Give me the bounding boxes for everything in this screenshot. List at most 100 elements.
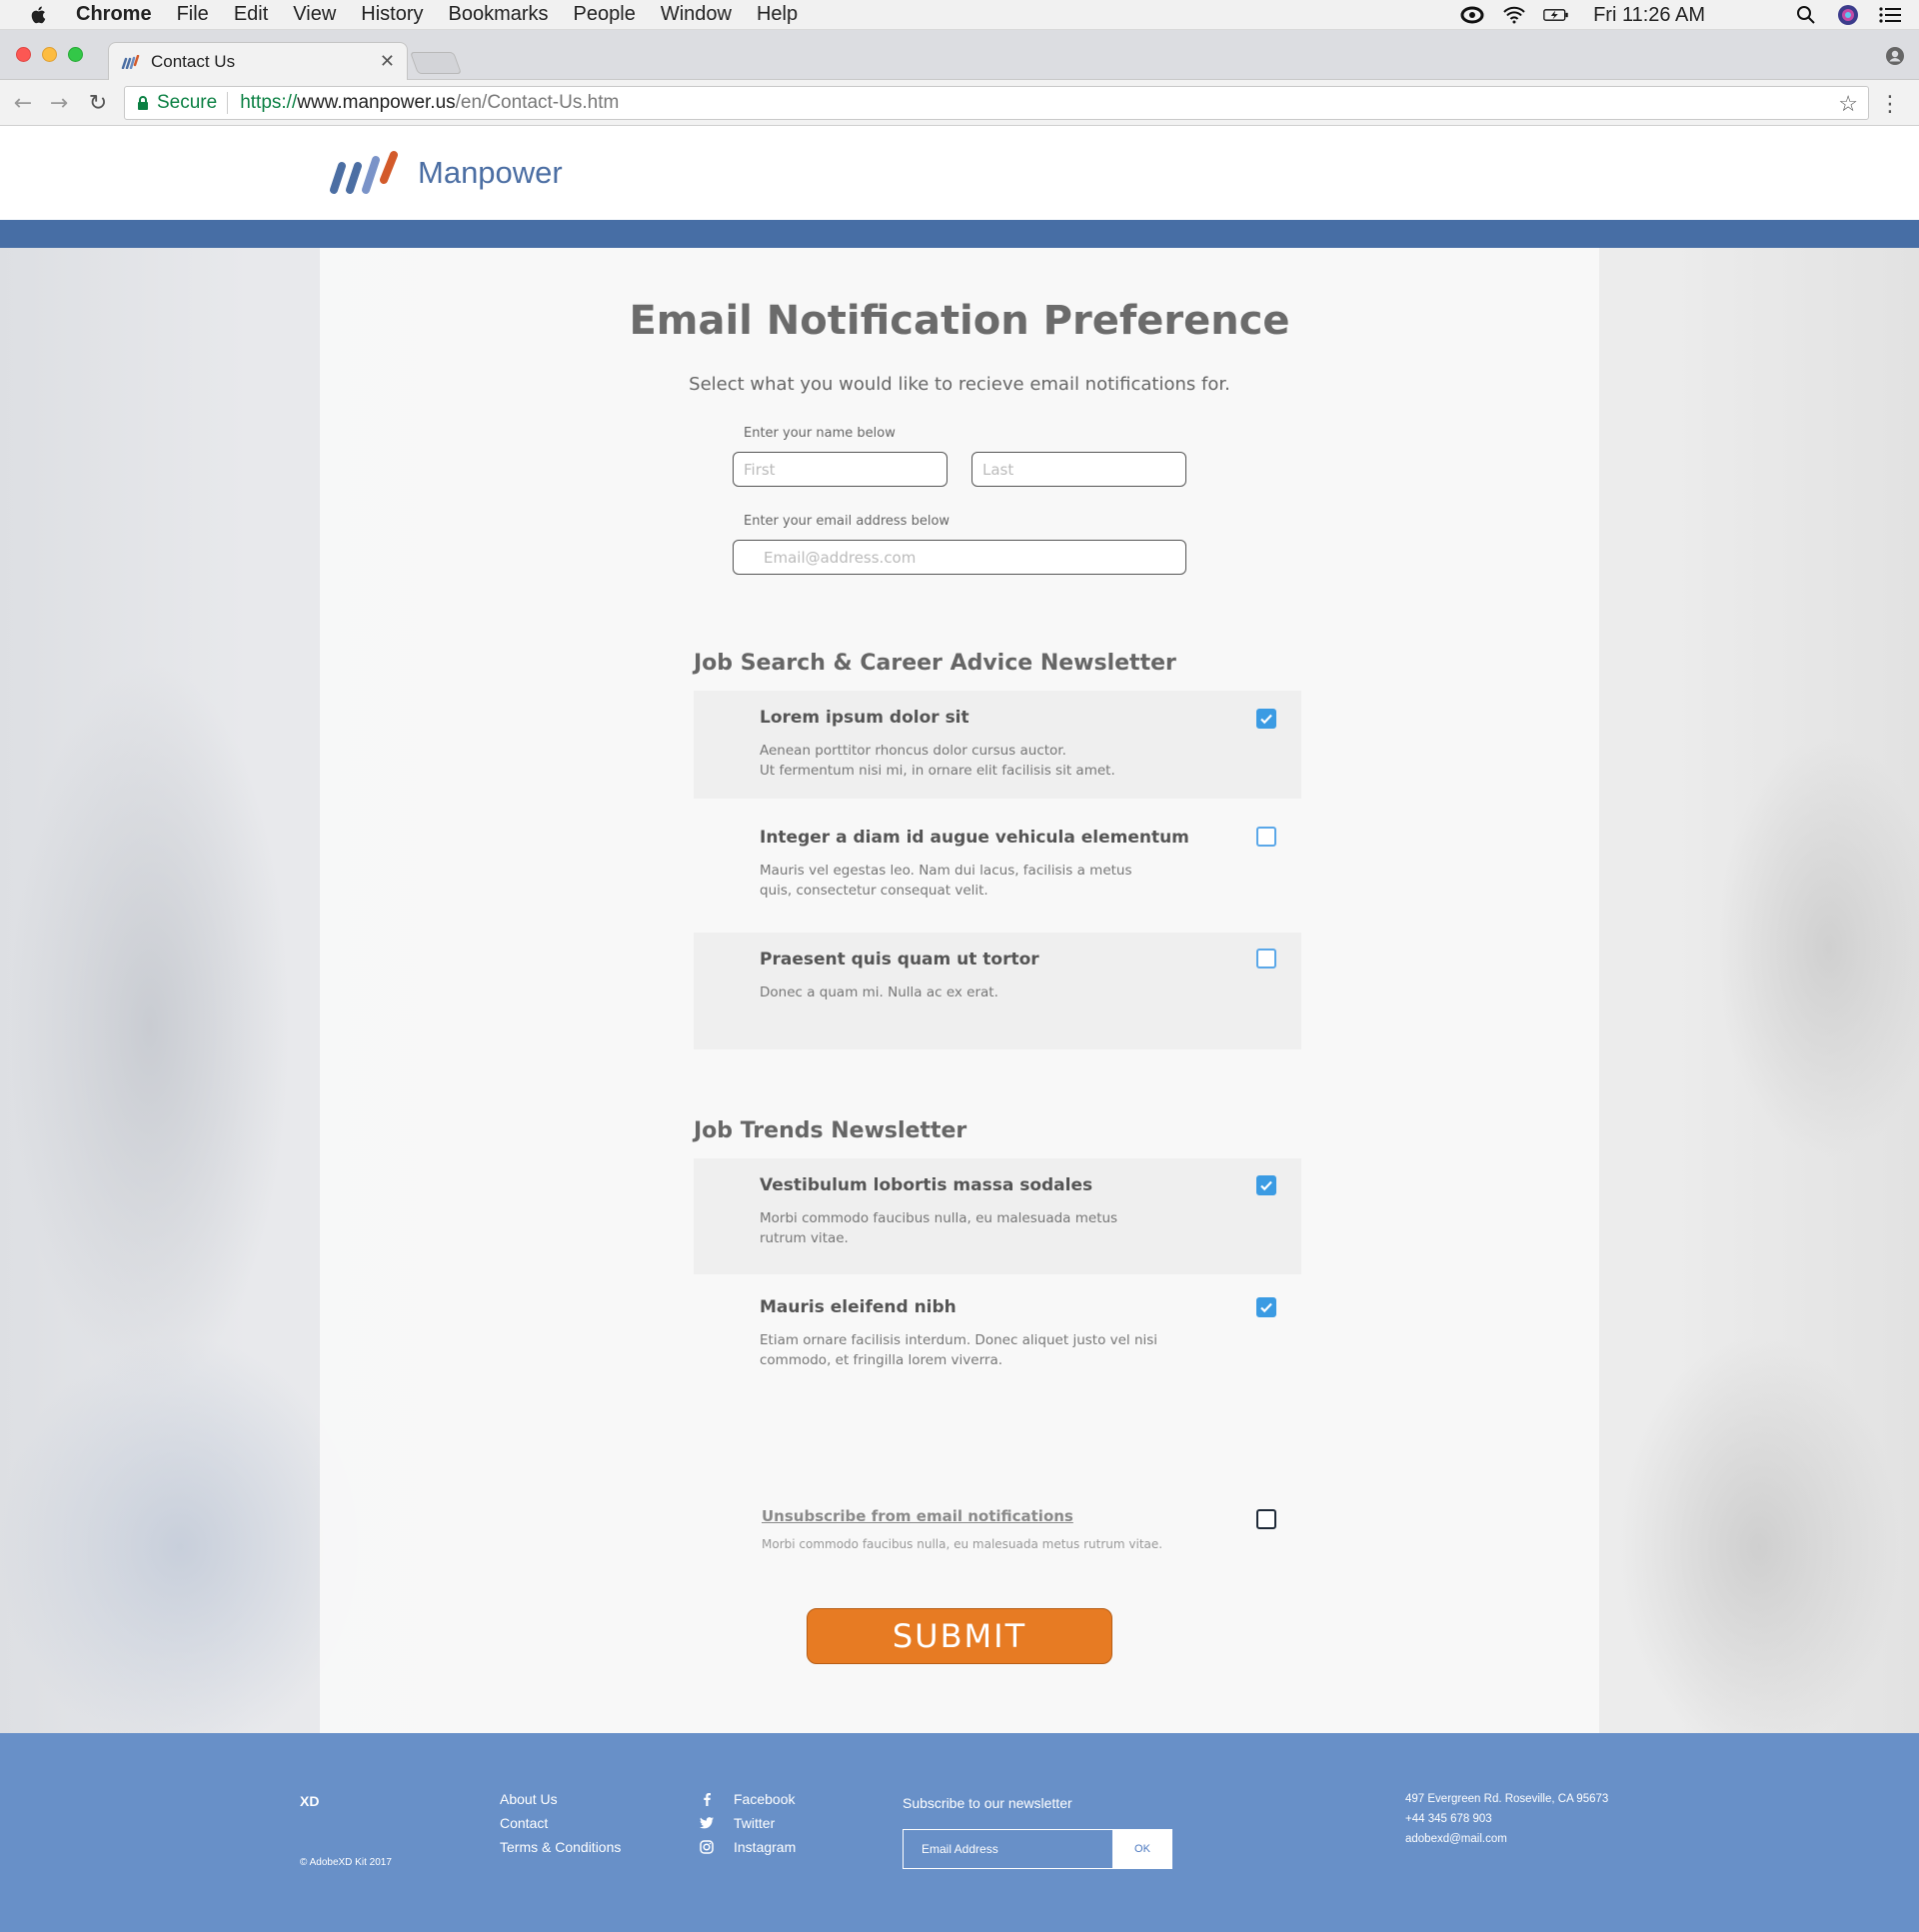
footer-link-terms[interactable]: Terms & Conditions	[500, 1839, 621, 1855]
option-description: rutrum vitae.	[760, 1230, 849, 1246]
option-title: Lorem ipsum dolor sit	[760, 708, 969, 728]
spotlight-icon[interactable]	[1793, 4, 1819, 26]
site-header: Manpower	[0, 126, 1919, 220]
option-checkbox[interactable]	[1256, 709, 1276, 729]
option-title: Praesent quis quam ut tortor	[760, 950, 1039, 969]
menu-clock[interactable]: Fri 11:26 AM	[1593, 4, 1705, 27]
header-accent-bar	[0, 220, 1919, 248]
menu-window[interactable]: Window	[661, 3, 732, 26]
checkmark-icon	[1260, 714, 1272, 725]
page-title: Email Notification Preference	[629, 298, 1290, 344]
siri-icon[interactable]	[1835, 4, 1861, 26]
browser-tab[interactable]: Contact Us ✕	[108, 42, 408, 80]
apple-icon[interactable]	[28, 4, 50, 26]
manpower-logo-mark-icon	[330, 151, 398, 194]
checkmark-icon	[1260, 1180, 1272, 1191]
option-description: Donec a quam mi. Nulla ac ex erat.	[760, 984, 998, 1000]
menu-bar-status: Fri 11:26 AM	[1451, 0, 1919, 30]
site-footer: XD © AdobeXD Kit 2017 About Us Contact T…	[0, 1733, 1919, 1932]
option-description: Aenean porttitor rhoncus dolor cursus au…	[760, 743, 1066, 759]
option-card-integer-diam: Integer a diam id augue vehicula element…	[694, 811, 1301, 919]
url-protocol: https://	[240, 92, 298, 113]
footer-address: 497 Evergreen Rd. Roseville, CA 95673	[1405, 1793, 1609, 1805]
option-description: quis, consectetur consequat velit.	[760, 883, 988, 899]
tab-close-icon[interactable]: ✕	[380, 51, 395, 72]
back-arrow-icon[interactable]: ←	[10, 90, 36, 116]
unsubscribe-description: Morbi commodo faucibus nulla, eu malesua…	[762, 1537, 1163, 1551]
unsubscribe-checkbox[interactable]	[1256, 1509, 1276, 1529]
window-minimize-button[interactable]	[42, 47, 57, 62]
email-label: Enter your email address below	[744, 514, 951, 529]
reload-icon[interactable]: ↻	[85, 90, 111, 116]
url-path: /en/Contact-Us.htm	[455, 92, 620, 113]
browser-toolbar: ← → ↻ Secure https://www.manpower.us/en/…	[0, 80, 1919, 126]
social-label: Facebook	[734, 1791, 796, 1807]
menu-chrome[interactable]: Chrome	[76, 3, 152, 26]
footer-brand: XD	[300, 1793, 320, 1809]
option-title: Integer a diam id augue vehicula element…	[760, 828, 1189, 848]
option-checkbox[interactable]	[1256, 1175, 1276, 1195]
first-name-input[interactable]	[733, 452, 948, 487]
footer-phone: +44 345 678 903	[1405, 1813, 1492, 1825]
secure-label: Secure	[157, 92, 218, 113]
footer-social-facebook[interactable]: Facebook	[700, 1791, 795, 1807]
option-description: Ut fermentum nisi mi, in ornare elit fac…	[760, 763, 1115, 779]
option-checkbox[interactable]	[1256, 827, 1276, 847]
submit-button[interactable]: SUBMIT	[807, 1608, 1112, 1664]
menu-help[interactable]: Help	[757, 3, 798, 26]
option-title: Mauris eleifend nibh	[760, 1297, 957, 1317]
newsletter-title: Subscribe to our newsletter	[903, 1795, 1072, 1811]
facebook-icon	[700, 1792, 714, 1806]
new-tab-button[interactable]	[409, 52, 463, 74]
option-card-praesent: Praesent quis quam ut tortor Donec a qua…	[694, 933, 1301, 1049]
menu-file[interactable]: File	[177, 3, 209, 26]
twitter-icon	[700, 1816, 714, 1830]
newsletter-ok-button[interactable]: OK	[1112, 1829, 1172, 1869]
social-label: Twitter	[734, 1815, 776, 1831]
page-subtitle: Select what you would like to recieve em…	[689, 374, 1230, 395]
footer-link-about-us[interactable]: About Us	[500, 1791, 558, 1807]
battery-icon[interactable]	[1543, 4, 1569, 26]
menu-view[interactable]: View	[293, 3, 336, 26]
name-label: Enter your name below	[744, 426, 896, 441]
window-close-button[interactable]	[16, 47, 31, 62]
section-title-job-search: Job Search & Career Advice Newsletter	[694, 651, 1176, 676]
option-card-mauris-eleifend: Mauris eleifend nibh Etiam ornare facili…	[694, 1280, 1301, 1396]
notification-center-icon[interactable]	[1877, 4, 1903, 26]
menu-history[interactable]: History	[361, 3, 423, 26]
option-description: Morbi commodo faucibus nulla, eu malesua…	[760, 1210, 1118, 1226]
footer-email: adobexd@mail.com	[1405, 1833, 1507, 1845]
menu-people[interactable]: People	[574, 3, 636, 26]
footer-link-contact[interactable]: Contact	[500, 1815, 548, 1831]
forward-arrow-icon[interactable]: →	[46, 90, 72, 116]
address-bar[interactable]: Secure https://www.manpower.us/en/Contac…	[124, 86, 1869, 120]
instagram-icon	[700, 1840, 714, 1854]
menu-edit[interactable]: Edit	[234, 3, 268, 26]
option-card-lorem-ipsum: Lorem ipsum dolor sit Aenean porttitor r…	[694, 691, 1301, 799]
newsletter-email-input[interactable]	[903, 1829, 1112, 1869]
manpower-favicon-icon	[121, 54, 140, 69]
option-checkbox[interactable]	[1256, 1297, 1276, 1317]
last-name-input[interactable]	[971, 452, 1186, 487]
profile-icon[interactable]	[1885, 46, 1905, 66]
tab-title: Contact Us	[151, 51, 236, 71]
unsubscribe-link[interactable]: Unsubscribe from email notifications	[762, 1507, 1073, 1525]
email-input[interactable]	[733, 540, 1186, 575]
creative-cloud-icon[interactable]	[1459, 4, 1485, 26]
footer-copyright: © AdobeXD Kit 2017	[300, 1857, 392, 1868]
option-description: commodo, et fringilla lorem viverra.	[760, 1352, 1003, 1368]
footer-social-instagram[interactable]: Instagram	[700, 1839, 796, 1855]
chrome-menu-icon[interactable]: ⋮	[1879, 92, 1901, 117]
wifi-icon[interactable]	[1501, 4, 1527, 26]
option-checkbox[interactable]	[1256, 949, 1276, 968]
browser-tab-strip: Contact Us ✕	[0, 30, 1919, 80]
option-description: Mauris vel egestas leo. Nam dui lacus, f…	[760, 863, 1132, 879]
checkmark-icon	[1260, 1302, 1272, 1313]
manpower-logo[interactable]: Manpower	[326, 150, 563, 196]
footer-social-twitter[interactable]: Twitter	[700, 1815, 775, 1831]
bookmark-star-icon[interactable]: ☆	[1838, 91, 1858, 117]
menu-bookmarks[interactable]: Bookmarks	[449, 3, 549, 26]
option-description: Etiam ornare facilisis interdum. Donec a…	[760, 1332, 1158, 1348]
window-zoom-button[interactable]	[68, 47, 83, 62]
option-card-vestibulum: Vestibulum lobortis massa sodales Morbi …	[694, 1158, 1301, 1274]
